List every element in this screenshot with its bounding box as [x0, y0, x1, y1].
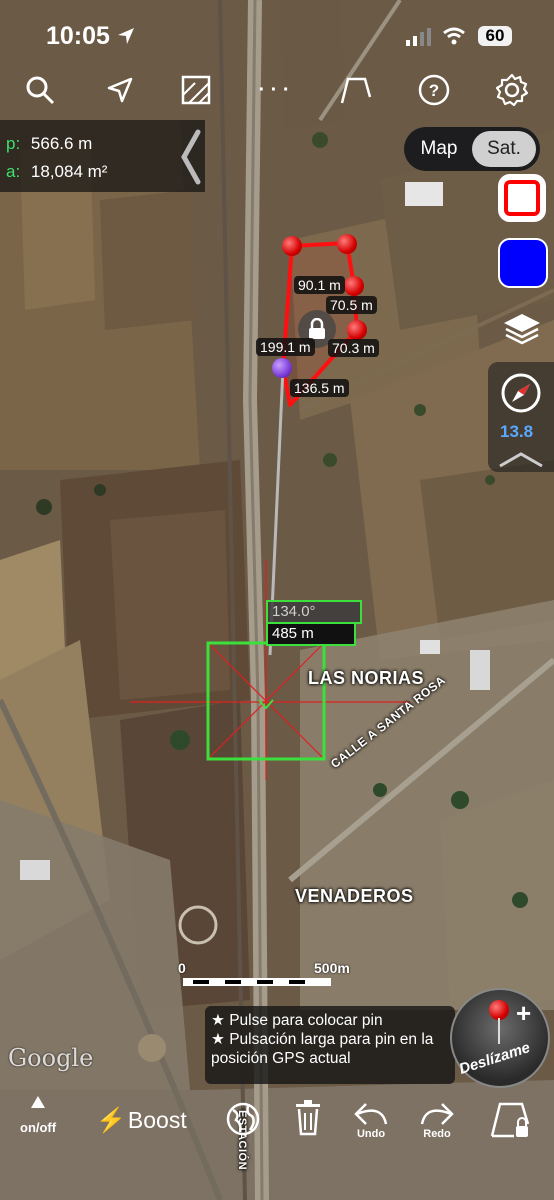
segment-label: 136.5 m: [290, 379, 349, 397]
perimeter-key: p:: [6, 134, 21, 153]
chevron-up-icon[interactable]: [494, 450, 548, 475]
boost-label: Boost: [127, 1107, 187, 1133]
perimeter-row: p: 566.6 m: [6, 134, 92, 154]
segment-label: 199.1 m: [256, 338, 315, 356]
sat-option[interactable]: Sat.: [472, 131, 536, 167]
vertex-pin-1[interactable]: [282, 236, 302, 256]
slide-label: Deslízame: [457, 1039, 533, 1078]
bottom-toolbar: on/off ⚡ Boost Undo Redo: [0, 1090, 554, 1170]
fill-color-button[interactable]: [498, 238, 548, 288]
undo-label: Undo: [356, 1128, 386, 1140]
map-option[interactable]: Map: [408, 131, 470, 167]
top-toolbar: · · · ?: [0, 62, 554, 118]
shape-lock-icon[interactable]: [488, 1100, 532, 1140]
status-bar: 10:05 60: [0, 0, 554, 70]
pin-icon: [489, 1000, 509, 1020]
ruler-angle: 134.0°: [266, 600, 362, 624]
plus-icon: +: [516, 998, 532, 1028]
place-label: LAS NORIAS: [308, 668, 425, 688]
help-icon[interactable]: ?: [414, 70, 454, 110]
map-type-toggle[interactable]: Map Sat.: [404, 127, 540, 171]
segment-label: 70.3 m: [328, 339, 379, 357]
google-logo: Google: [8, 1044, 94, 1072]
svg-text:?: ?: [429, 81, 439, 100]
clock: 10:05: [46, 22, 110, 50]
location-arrow-icon[interactable]: [100, 70, 140, 110]
pin-needle: [498, 1018, 500, 1044]
selected-vertex-pin[interactable]: [272, 358, 292, 378]
scale-start-label: 0: [178, 960, 186, 976]
gear-icon[interactable]: [492, 70, 532, 110]
line-color-button[interactable]: [498, 174, 546, 222]
globe-icon[interactable]: [226, 1102, 260, 1136]
scale-end-label: 500m: [314, 960, 350, 976]
onoff-label: on/off: [20, 1120, 57, 1135]
search-icon[interactable]: [20, 70, 60, 110]
boost-button[interactable]: ⚡ Boost: [96, 1106, 187, 1135]
trash-icon[interactable]: [294, 1100, 322, 1136]
hint-line-2: ★ Pulsación larga para pin en la posició…: [211, 1031, 434, 1067]
segment-label: 90.1 m: [294, 276, 345, 294]
hint-line-1: ★ Pulse para colocar pin: [211, 1012, 383, 1029]
slide-pin-button[interactable]: + Deslízame: [450, 988, 550, 1088]
redo-label: Redo: [423, 1128, 451, 1140]
area-key: a:: [6, 162, 21, 181]
ruler-distance: 485 m: [266, 622, 356, 646]
zoom-level: 13.8: [500, 422, 534, 441]
area-row: a: 18,084 m²: [6, 162, 107, 182]
hint-panel: ★ Pulse para colocar pin ★ Pulsación lar…: [205, 1006, 455, 1084]
compass-icon[interactable]: [500, 372, 542, 419]
segment-label: 70.5 m: [326, 296, 377, 314]
perimeter-value: 566.6 m: [30, 134, 93, 153]
vertex-pin-3[interactable]: [344, 276, 364, 296]
more-dots-icon[interactable]: · · ·: [254, 70, 294, 110]
map-frame-icon[interactable]: [176, 70, 216, 110]
redo-button[interactable]: Redo: [418, 1100, 456, 1140]
collapse-chevron-icon[interactable]: [176, 126, 204, 188]
vertex-pin-4[interactable]: [347, 320, 367, 340]
profile-icon[interactable]: [336, 70, 376, 110]
location-services-icon: [116, 26, 136, 51]
bolt-icon: ⚡: [96, 1107, 126, 1134]
measurement-panel: p: 566.6 m a: 18,084 m²: [0, 120, 205, 192]
undo-button[interactable]: Undo: [352, 1100, 390, 1140]
vertex-pin-2[interactable]: [337, 234, 357, 254]
place-label: VENADEROS: [295, 886, 414, 906]
wifi-icon: [442, 27, 466, 50]
compass-panel[interactable]: 13.8: [488, 362, 554, 472]
gps-onoff-button[interactable]: on/off: [20, 1096, 56, 1135]
battery-indicator: 60: [478, 26, 512, 46]
signal-icon: [406, 28, 432, 51]
layers-icon[interactable]: [502, 312, 542, 351]
area-value: 18,084 m²: [30, 162, 108, 181]
